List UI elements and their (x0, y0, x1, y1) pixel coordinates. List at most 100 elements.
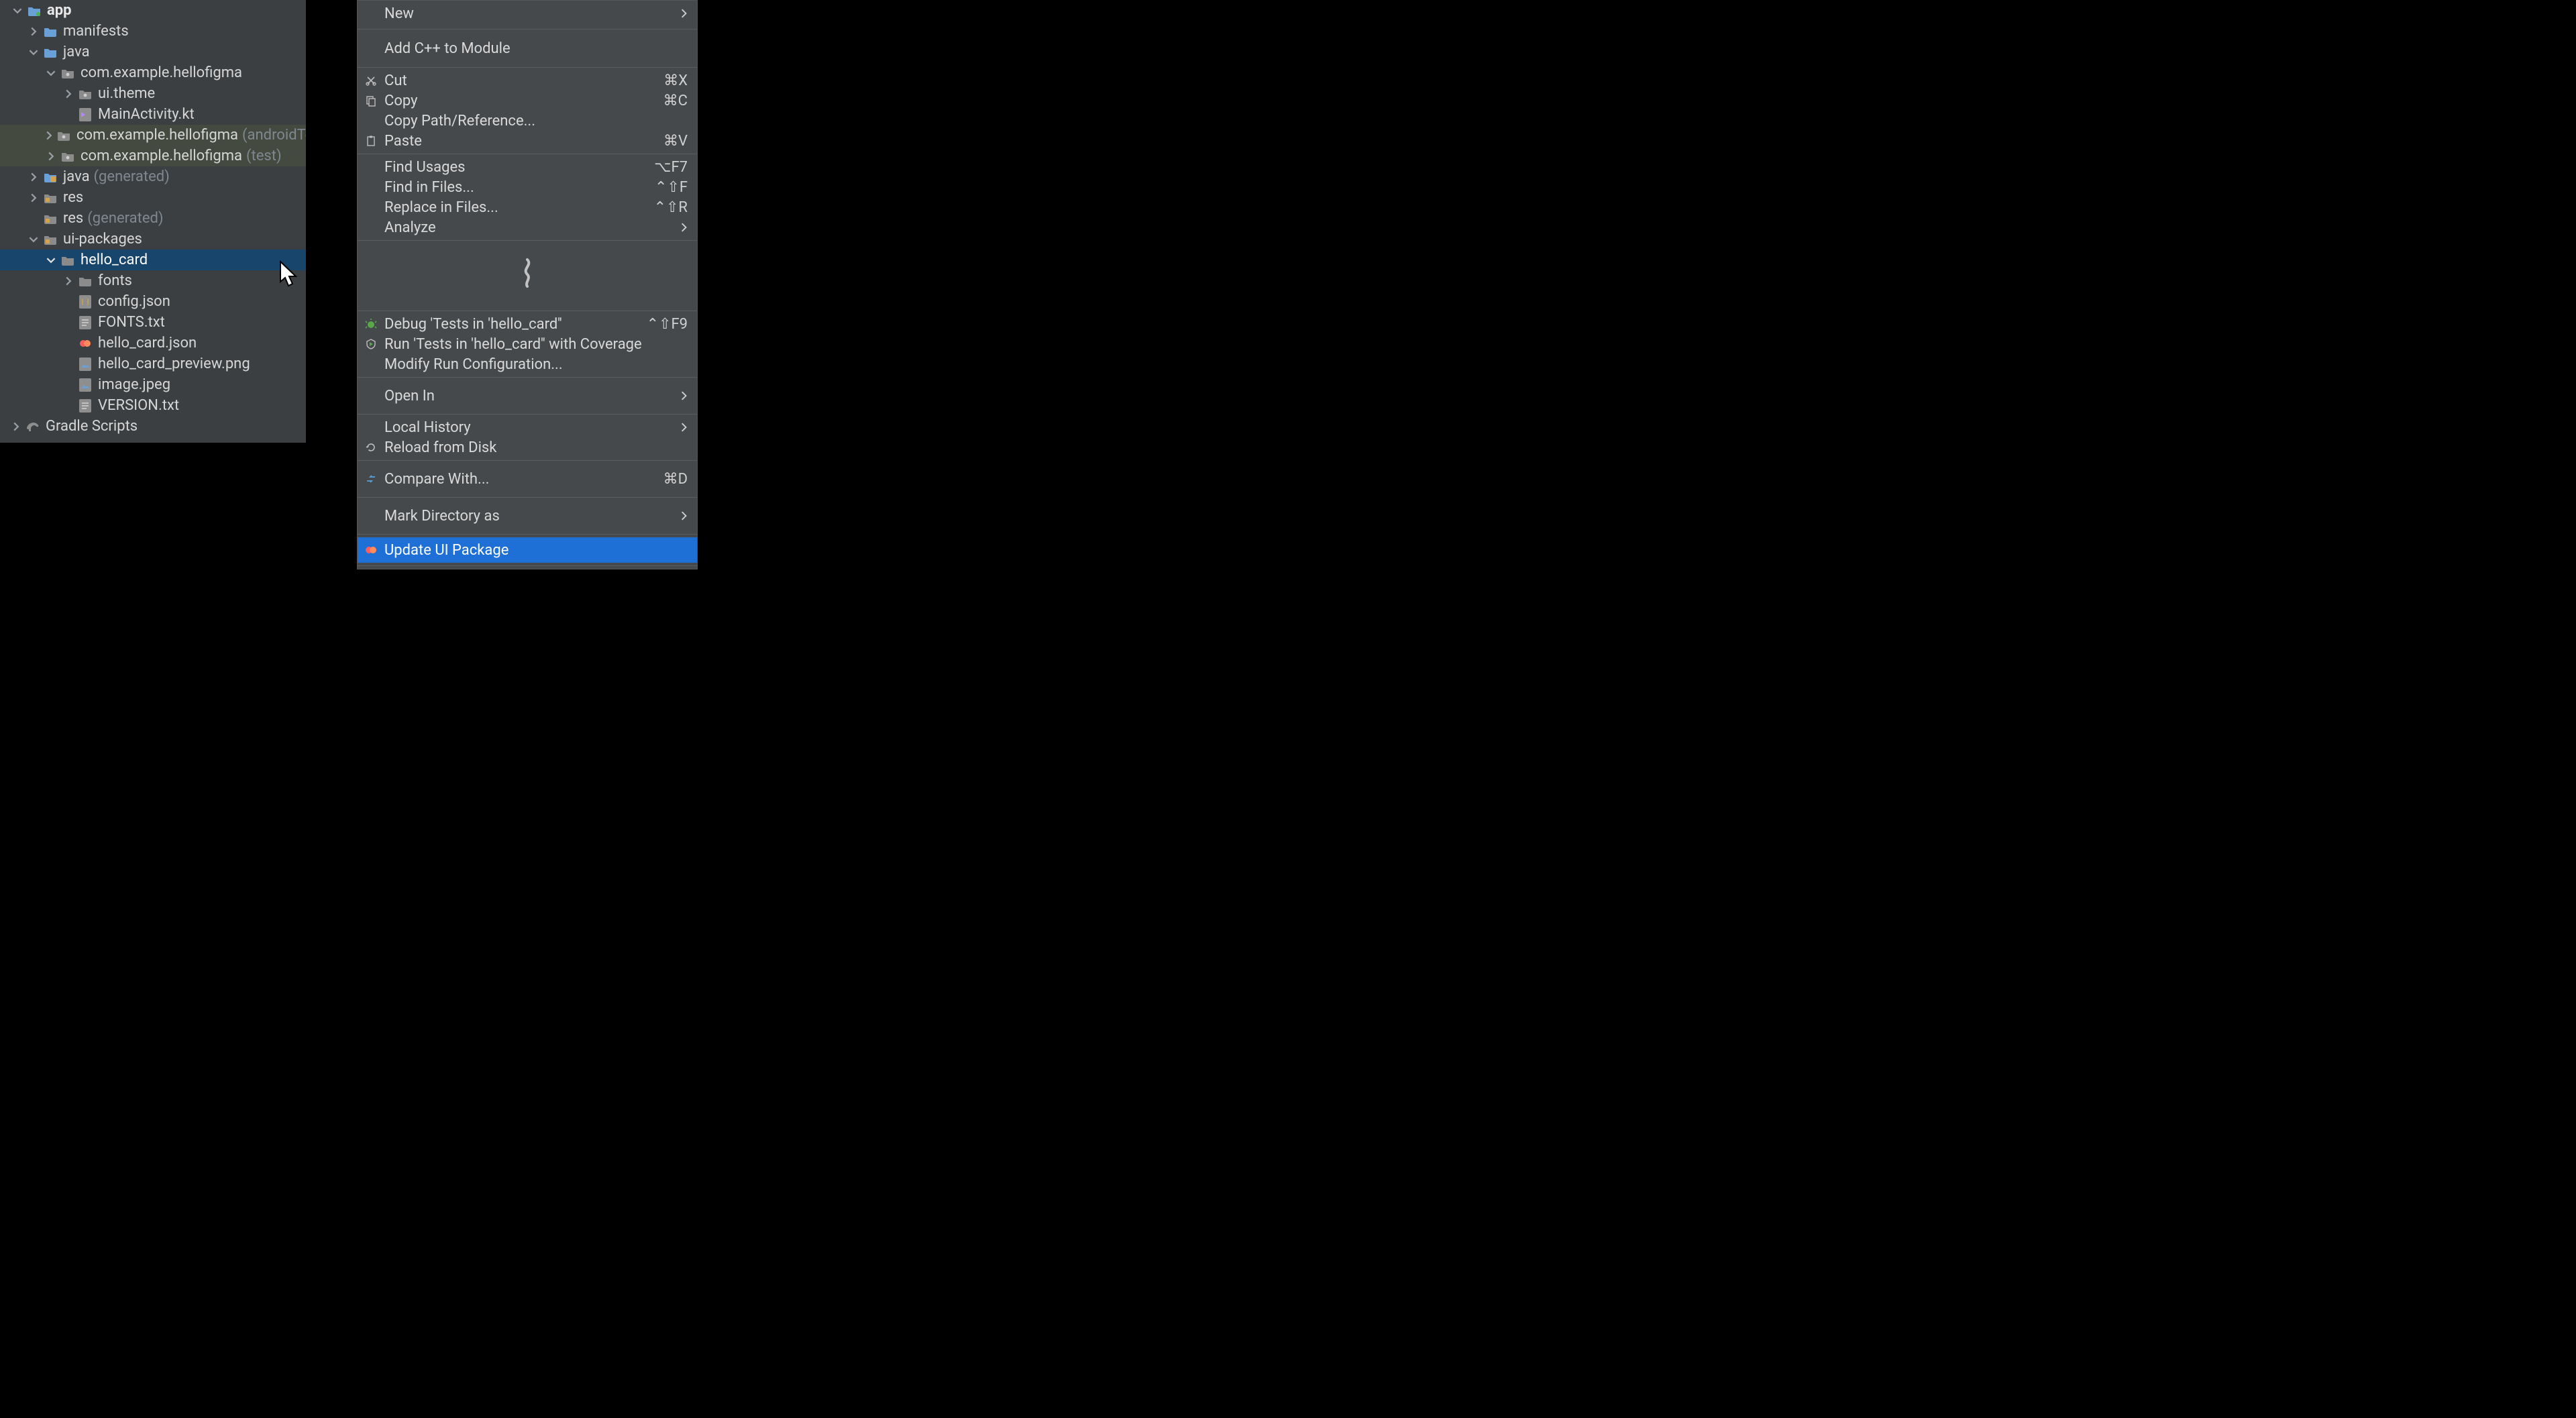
menu-find-in-files[interactable]: Find in Files... ⌃⇧F (358, 177, 697, 197)
submenu-arrow-icon (680, 388, 688, 404)
menu-debug-tests[interactable]: Debug 'Tests in 'hello_card'' ⌃⇧F9 (358, 314, 697, 334)
tree-suffix: (generated) (94, 167, 170, 187)
chevron-down-icon[interactable] (44, 66, 58, 80)
tree-row-gradle-scripts[interactable]: Gradle Scripts (0, 416, 306, 437)
chevron-down-icon[interactable] (27, 233, 40, 246)
menu-local-history[interactable]: Local History (358, 417, 697, 437)
folder-icon (43, 45, 58, 60)
menu-label: Add C++ to Module (384, 40, 688, 57)
tree-row-pkg-test[interactable]: com.example.hellofigma (test) (0, 146, 306, 166)
project-tree-panel: app manifests java com.example.hellofigm… (0, 0, 306, 443)
chevron-right-icon[interactable] (62, 274, 75, 288)
chevron-down-icon[interactable] (27, 46, 40, 59)
menu-truncation-indicator (358, 243, 697, 308)
text-file-icon (78, 315, 93, 330)
image-file-icon (78, 357, 93, 372)
tree-row-hello-card[interactable]: hello_card (0, 250, 306, 270)
menu-open-in[interactable]: Open In (358, 380, 697, 411)
tree-row-ui-theme[interactable]: ui.theme (0, 83, 306, 104)
menu-shortcut: ⌃⇧R (654, 199, 688, 216)
tree-row-pkg-androidtest[interactable]: com.example.hellofigma (androidTe (0, 125, 306, 146)
run-coverage-icon (363, 336, 379, 352)
menu-label: Replace in Files... (384, 199, 646, 216)
menu-label: Copy Path/Reference... (384, 113, 688, 129)
tree-label: java (63, 167, 90, 187)
tree-row-fonts[interactable]: fonts (0, 270, 306, 291)
chevron-right-icon[interactable] (44, 129, 54, 142)
chevron-down-icon[interactable] (44, 254, 58, 267)
menu-paste[interactable]: Paste ⌘V (358, 131, 697, 151)
package-icon (60, 66, 75, 80)
tree-row-config-json[interactable]: · config.json (0, 291, 306, 312)
resource-folder-icon (43, 211, 58, 226)
menu-new[interactable]: New (358, 1, 697, 26)
tree-label: fonts (98, 271, 132, 291)
debug-icon (363, 316, 379, 332)
tree-row-app[interactable]: app (0, 0, 306, 21)
chevron-down-icon[interactable] (11, 4, 24, 17)
menu-update-ui-package[interactable]: Update UI Package (358, 537, 697, 563)
menu-label: New (384, 5, 672, 22)
submenu-arrow-icon (680, 219, 688, 236)
menu-compare-with[interactable]: Compare With... ⌘D (358, 463, 697, 494)
chevron-right-icon[interactable] (9, 420, 23, 433)
menu-copy[interactable]: Copy ⌘C (358, 91, 697, 111)
menu-label: Find in Files... (384, 179, 647, 196)
menu-add-cpp[interactable]: Add C++ to Module (358, 32, 697, 64)
tree-row-res-generated[interactable]: · res (generated) (0, 208, 306, 229)
menu-cut[interactable]: Cut ⌘X (358, 70, 697, 91)
folder-icon (43, 24, 58, 39)
json-file-icon (78, 294, 93, 309)
tree-label: java (63, 42, 90, 62)
context-menu: New Add C++ to Module Cut ⌘X Copy ⌘C Cop… (357, 0, 698, 569)
tree-label: ui.theme (98, 84, 155, 104)
tree-suffix: (androidTe (242, 125, 306, 146)
tree-label: com.example.hellofigma (80, 146, 242, 166)
chevron-right-icon[interactable] (27, 170, 40, 184)
chevron-right-icon[interactable] (62, 87, 75, 101)
tree-row-version-txt[interactable]: · VERSION.txt (0, 395, 306, 416)
chevron-right-icon[interactable] (27, 25, 40, 38)
menu-label: Find Usages (384, 159, 646, 176)
menu-replace-in-files[interactable]: Replace in Files... ⌃⇧R (358, 197, 697, 217)
menu-analyze[interactable]: Analyze (358, 217, 697, 237)
menu-mark-directory-as[interactable]: Mark Directory as (358, 500, 697, 531)
menu-label: Local History (384, 419, 672, 436)
menu-shortcut: ⌥F7 (654, 159, 688, 176)
tree-row-fonts-txt[interactable]: · FONTS.txt (0, 312, 306, 333)
tree-row-res[interactable]: res (0, 187, 306, 208)
resource-folder-icon (43, 190, 58, 205)
chevron-right-icon[interactable] (44, 150, 58, 163)
menu-shortcut: ⌘X (663, 72, 688, 89)
menu-label: Debug 'Tests in 'hello_card'' (384, 316, 639, 333)
tree-label: hello_card (80, 250, 148, 270)
tree-row-hello-card-preview[interactable]: · hello_card_preview.png (0, 353, 306, 374)
tree-label: com.example.hellofigma (80, 63, 242, 83)
menu-find-usages[interactable]: Find Usages ⌥F7 (358, 157, 697, 177)
tree-label: VERSION.txt (98, 396, 179, 416)
tree-row-java[interactable]: java (0, 42, 306, 62)
tree-row-hello-card-json[interactable]: · hello_card.json (0, 333, 306, 353)
tree-label: ui-packages (63, 229, 142, 250)
menu-separator (358, 240, 697, 241)
tree-row-manifests[interactable]: manifests (0, 21, 306, 42)
menu-run-coverage[interactable]: Run 'Tests in 'hello_card'' with Coverag… (358, 334, 697, 354)
submenu-arrow-icon (680, 508, 688, 525)
tree-row-main-activity[interactable]: · MainActivity.kt (0, 104, 306, 125)
figma-file-icon (78, 336, 93, 351)
menu-label: Analyze (384, 219, 672, 236)
folder-icon (60, 253, 75, 268)
menu-separator (358, 29, 697, 30)
tree-row-pkg-main[interactable]: com.example.hellofigma (0, 62, 306, 83)
menu-separator (358, 414, 697, 415)
chevron-right-icon[interactable] (27, 191, 40, 205)
tree-row-java-generated[interactable]: java (generated) (0, 166, 306, 187)
tree-row-image-jpeg[interactable]: · image.jpeg (0, 374, 306, 395)
submenu-arrow-icon (680, 419, 688, 436)
paste-icon (363, 133, 379, 149)
menu-modify-run[interactable]: Modify Run Configuration... (358, 354, 697, 374)
tree-row-ui-packages[interactable]: ui-packages (0, 229, 306, 250)
menu-separator (358, 497, 697, 498)
menu-reload-disk[interactable]: Reload from Disk (358, 437, 697, 457)
menu-copy-path[interactable]: Copy Path/Reference... (358, 111, 697, 131)
